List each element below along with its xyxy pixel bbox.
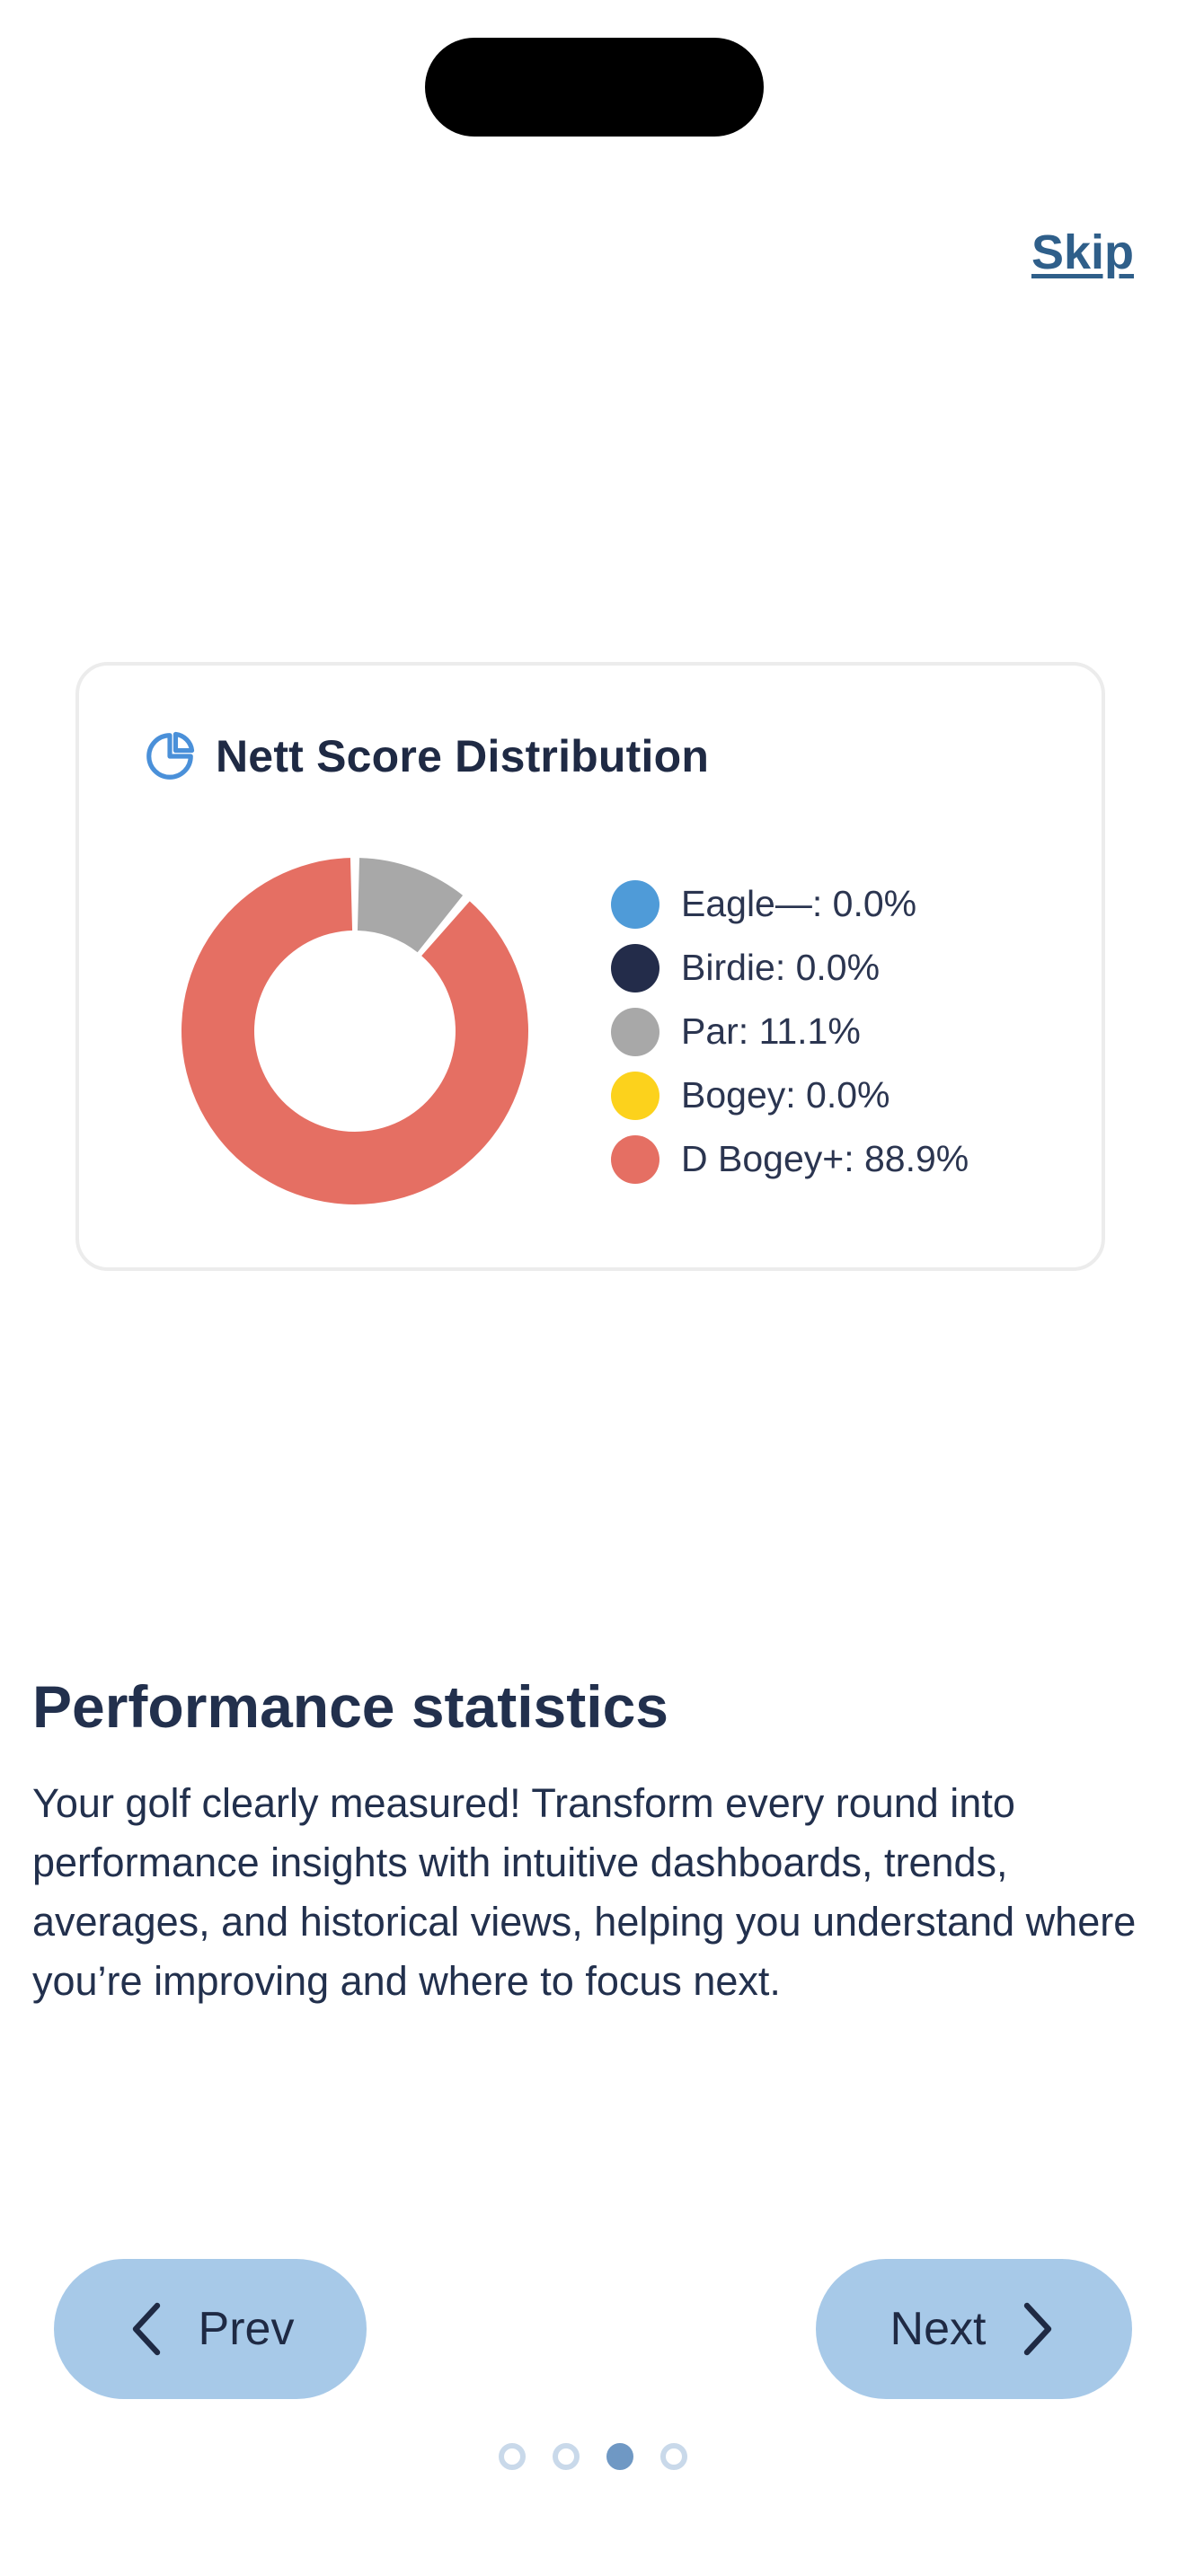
donut-slice-d-bogey	[181, 858, 528, 1204]
legend-label: Par: 11.1%	[681, 1010, 861, 1052]
legend-item: Par: 11.1%	[611, 1000, 969, 1063]
legend-swatch	[611, 943, 659, 992]
pie-chart-icon	[146, 731, 195, 780]
page-dot-2[interactable]	[553, 2443, 580, 2470]
next-button[interactable]: Next	[816, 2259, 1132, 2399]
page-indicator	[0, 2443, 1186, 2470]
chevron-right-icon	[1024, 2302, 1052, 2356]
page-dot-1[interactable]	[499, 2443, 526, 2470]
legend-item: Bogey: 0.0%	[611, 1063, 969, 1127]
legend-swatch	[611, 1071, 659, 1120]
next-button-label: Next	[890, 2303, 987, 2355]
chevron-left-icon	[132, 2302, 160, 2356]
legend-label: Bogey: 0.0%	[681, 1074, 890, 1116]
page-dot-4[interactable]	[660, 2443, 687, 2470]
skip-link[interactable]: Skip	[1031, 225, 1134, 280]
chart-legend: Eagle—: 0.0% Birdie: 0.0% Par: 11.1% Bogey:…	[611, 872, 969, 1191]
legend-label: Eagle—: 0.0%	[681, 883, 917, 924]
prev-button[interactable]: Prev	[54, 2259, 367, 2399]
donut-chart	[181, 858, 528, 1204]
prev-button-label: Prev	[198, 2303, 295, 2355]
score-distribution-card: Nett Score Distribution Eagle—: 0.0% Bird…	[75, 662, 1105, 1271]
legend-swatch	[611, 879, 659, 929]
legend-item: Birdie: 0.0%	[611, 936, 969, 1000]
legend-label: Birdie: 0.0%	[681, 947, 881, 988]
card-title: Nett Score Distribution	[216, 731, 710, 781]
legend-item: D Bogey+: 88.9%	[611, 1127, 969, 1191]
card-header: Nett Score Distribution	[142, 728, 709, 784]
page-headline: Performance statistics	[32, 1673, 668, 1740]
legend-label: D Bogey+: 88.9%	[681, 1138, 969, 1179]
dynamic-island	[425, 38, 764, 137]
legend-swatch	[611, 1134, 659, 1184]
page-description: Your golf clearly measured! Transform ev…	[32, 1780, 1137, 2004]
legend-item: Eagle—: 0.0%	[611, 872, 969, 936]
page-dot-3[interactable]	[606, 2443, 633, 2470]
legend-swatch	[611, 1007, 659, 1056]
